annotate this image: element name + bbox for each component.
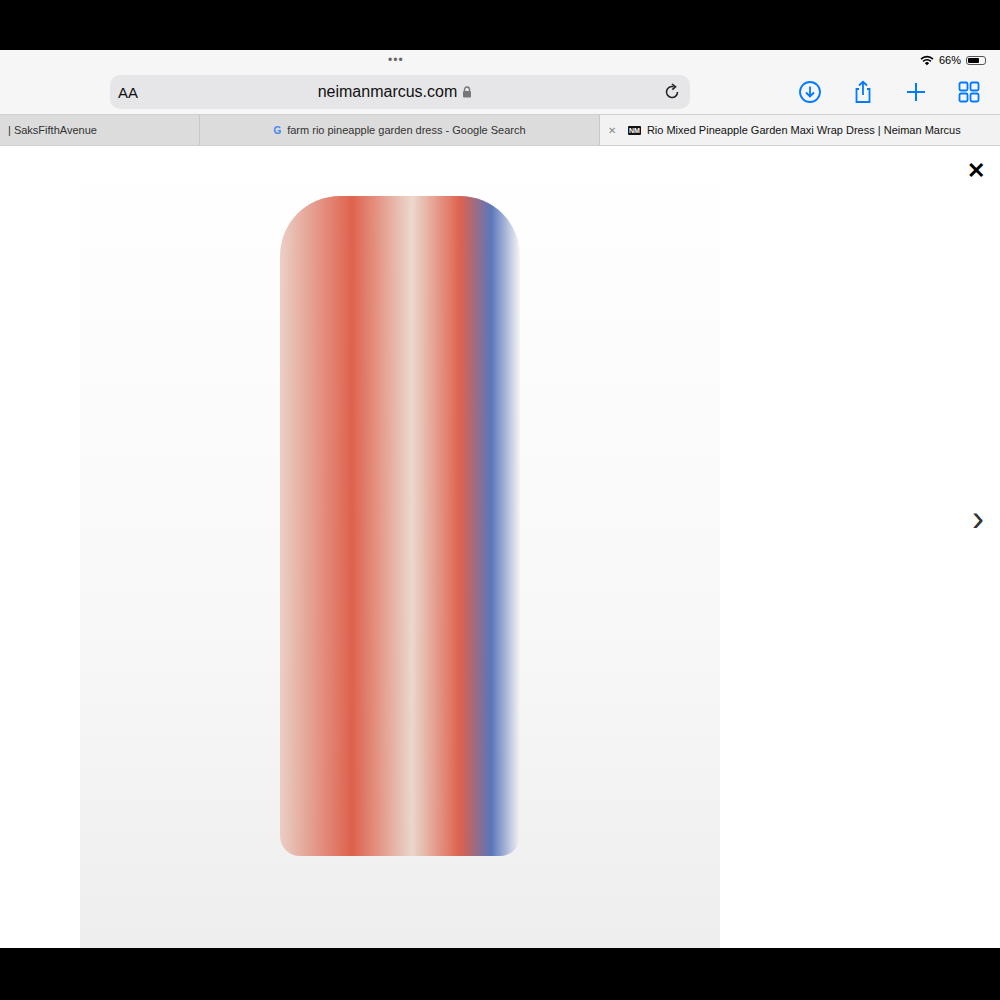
share-icon[interactable] (851, 80, 875, 104)
favicon-icon: NM (628, 126, 641, 135)
tab-label: Rio Mixed Pineapple Garden Maxi Wrap Dre… (647, 124, 961, 136)
bottom-bezel (0, 948, 1000, 1000)
status-indicators: 66% (920, 54, 986, 66)
battery-fill (968, 58, 979, 63)
screen: ••• 66% AA neimanmarcus.com | SaksFifthAvenu… (0, 50, 1000, 948)
download-icon[interactable] (798, 80, 822, 104)
tab-strip: | SaksFifthAvenue Gfarm rio pineapple gar… (0, 114, 1000, 146)
favicon-icon: G (273, 125, 281, 136)
reader-button[interactable]: AA (118, 84, 178, 101)
product-photo (80, 146, 720, 948)
tab-label: farm rio pineapple garden dress - Google… (287, 124, 525, 136)
url-text: neimanmarcus.com (318, 83, 458, 101)
browser-tab[interactable]: ✕ NM Rio Mixed Pineapple Garden Maxi Wrap … (600, 115, 1000, 145)
url-display[interactable]: neimanmarcus.com (178, 83, 612, 101)
battery-percent: 66% (939, 54, 961, 66)
image-viewer: ✕› (0, 146, 1000, 948)
dress-figure (280, 196, 520, 856)
top-bezel (0, 0, 1000, 50)
address-bar[interactable]: AA neimanmarcus.com (110, 75, 690, 109)
browser-tab[interactable]: Gfarm rio pineapple garden dress - Googl… (200, 115, 600, 145)
browser-tab[interactable]: | SaksFifthAvenue (0, 115, 200, 145)
reload-icon[interactable] (662, 82, 682, 102)
next-image-button[interactable]: › (972, 501, 984, 537)
toolbar: AA neimanmarcus.com (0, 70, 1000, 114)
multitask-dots[interactable]: ••• (388, 53, 404, 67)
device: ••• 66% AA neimanmarcus.com | SaksFifthAvenu… (0, 0, 1000, 1000)
lock-icon (462, 86, 472, 98)
status-bar: ••• 66% (0, 50, 1000, 70)
wifi-icon (920, 55, 934, 66)
close-button[interactable]: ✕ (967, 158, 985, 184)
toolbar-actions (798, 80, 981, 104)
new-tab-icon[interactable] (904, 80, 928, 104)
tab-label: | SaksFifthAvenue (8, 124, 97, 136)
battery-icon (966, 56, 986, 65)
tab-close-button[interactable]: ✕ (608, 125, 622, 136)
tab-overview-icon[interactable] (957, 80, 981, 104)
